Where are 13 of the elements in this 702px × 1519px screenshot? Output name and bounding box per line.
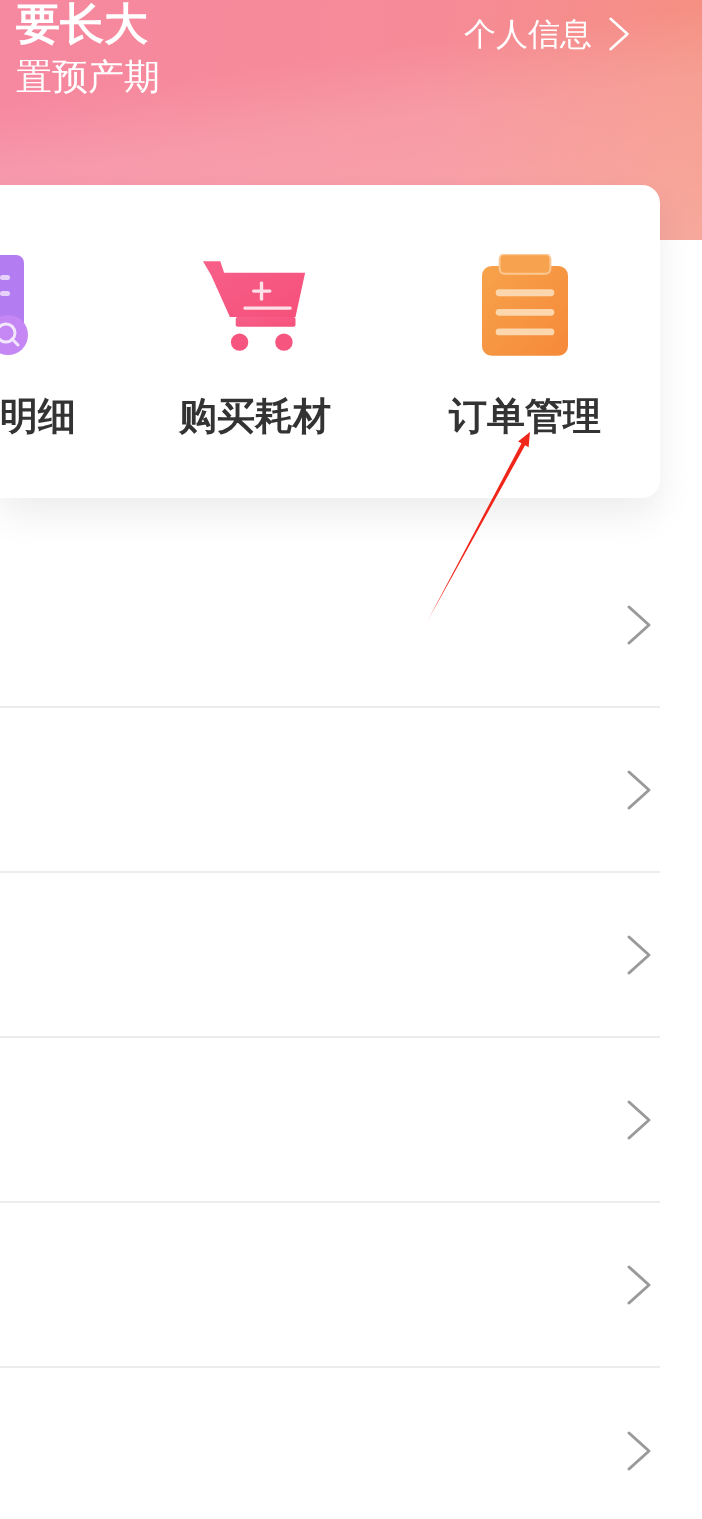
clipboard-icon [482,254,568,356]
chevron-icon [626,603,652,646]
shortcut-label[interactable]: 明细 [0,393,76,439]
document-search-icon [0,255,30,355]
chevron-icon [626,933,652,976]
shortcut-label[interactable]: 订单管理 [449,393,601,439]
chevron-icon [626,1430,652,1472]
chevron-icon [626,768,652,811]
shortcut-label[interactable]: 购买耗材 [179,393,331,439]
chevron-icon [626,1263,652,1306]
greeting-title: 要长大 [16,0,149,48]
chevron-icon [626,1098,652,1141]
chevron-icon [608,16,630,52]
